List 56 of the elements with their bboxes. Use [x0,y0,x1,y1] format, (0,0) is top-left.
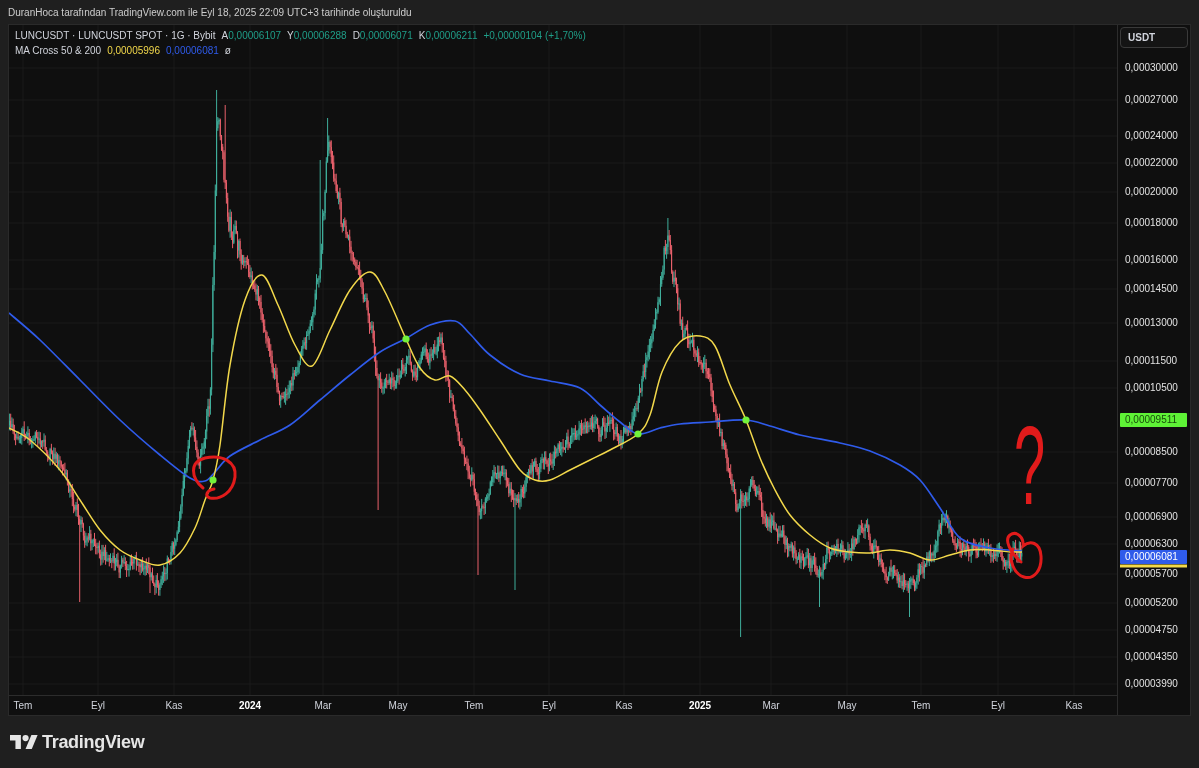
crossover-dot [742,416,750,424]
price-label: 0,00004350 [1125,651,1178,663]
time-label: Tem [911,699,931,712]
time-label: 2024 [238,699,262,712]
crossover-dot [634,430,642,438]
question-mark-annotation: ? [1014,421,1046,511]
time-label: Eyl [991,699,1005,712]
time-label: Mar [314,699,332,712]
price-label: 0,00008500 [1125,446,1178,458]
price-label: 0,00014500 [1125,283,1178,295]
price-label: 0,00006300 [1125,538,1178,550]
price-label: 0,00030000 [1125,62,1178,74]
price-label: 0,00020000 [1125,186,1178,198]
symbol-name: LUNCUSDT · LUNCUSDT SPOT · 1G · Bybit [15,30,216,41]
price-label: 0,00024000 [1125,130,1178,142]
time-label: Kas [1065,699,1083,712]
price-label: 0,00005200 [1125,597,1178,609]
time-label: Kas [165,699,183,712]
time-label: Kas [615,699,633,712]
time-label: 2025 [688,699,712,712]
time-label: Eyl [542,699,556,712]
price-label: 0,00010500 [1125,382,1178,394]
price-change: +0,00000104 (+1,70%) [483,30,586,41]
logo-icon [10,735,38,749]
time-label: Eyl [91,699,105,712]
time-label: Mar [762,699,780,712]
time-label: Tem [13,699,33,712]
price-label: 0,00011500 [1125,355,1178,367]
snapshot-title: DuranHoca tarafından TradingView.com ile Eyl 18, 2025 22:09 UTC+3 tarihinde oluşturuldu [8,6,412,18]
ma-value: 0,00006081 [166,45,219,56]
time-label: May [837,699,857,712]
time-label: May [388,699,408,712]
price-label: 0,00018000 [1125,217,1178,229]
price-label: 0,00027000 [1125,94,1178,106]
ohlc-reading: Y0,00006288 [287,30,347,41]
indicator-name: MA Cross 50 & 200 [15,45,102,56]
ohlc-reading: A0,00006107 [221,30,282,41]
currency-selector[interactable]: USDT [1120,27,1188,48]
price-label: 0,00006900 [1125,511,1178,523]
price-marker: 0,00006081 [1120,550,1187,564]
price-label: 0,00005700 [1125,568,1178,580]
price-marker: 0,00009511 [1120,413,1187,427]
time-label: Tem [464,699,484,712]
crossover-dot [402,335,410,343]
value-status-symbol: ø [224,45,231,56]
price-label: 0,00013000 [1125,317,1178,329]
crossover-dot [209,476,217,484]
price-label: 0,00022000 [1125,157,1178,169]
price-label: 0,00007700 [1125,477,1178,489]
ohlc-reading: K0,00006211 [418,30,478,41]
price-label: 0,00003990 [1125,678,1178,690]
brand-name: TradingView [42,731,145,753]
ma-value: 0,00005996 [107,45,160,56]
ohlc-reading: D0,00006071 [352,30,413,41]
price-label: 0,00004750 [1125,624,1178,636]
price-label: 0,00016000 [1125,254,1178,266]
